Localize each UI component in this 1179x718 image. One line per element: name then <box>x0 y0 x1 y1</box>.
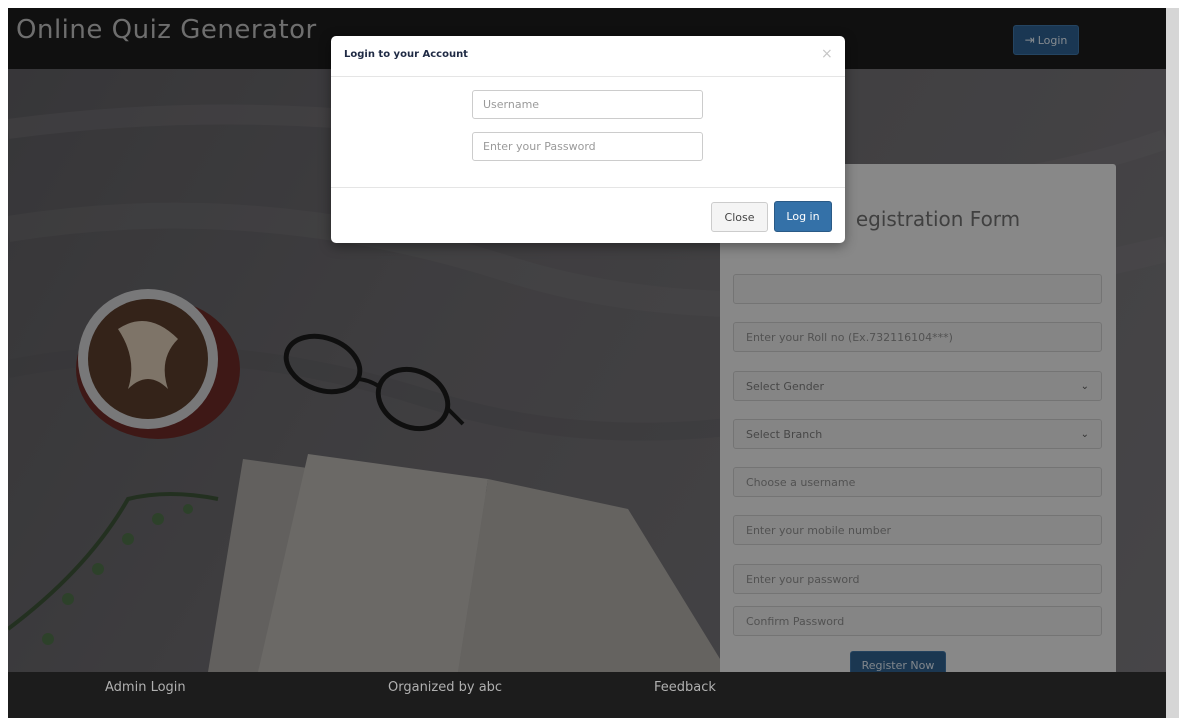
modal-login-button[interactable]: Log in <box>774 201 832 232</box>
footer: Admin Login Organized by abc Feedback <box>8 672 1166 718</box>
scrollbar-track[interactable] <box>1166 8 1179 718</box>
modal-header: Login to your Account × <box>331 36 845 77</box>
modal-close-button[interactable]: Close <box>711 202 768 232</box>
close-icon[interactable]: × <box>821 46 833 62</box>
page: Online Quiz Generator ⇥ Login egistratio… <box>8 8 1166 718</box>
modal-password-input[interactable]: Enter your Password <box>472 132 703 161</box>
login-modal: Login to your Account × Username Enter y… <box>331 36 845 243</box>
footer-admin-login-link[interactable]: Admin Login <box>105 680 186 695</box>
modal-footer: Close Log in <box>331 187 845 243</box>
footer-feedback-link[interactable]: Feedback <box>654 680 716 695</box>
modal-title: Login to your Account <box>344 49 468 60</box>
footer-organized-by: Organized by abc <box>388 680 503 695</box>
modal-username-input[interactable]: Username <box>472 90 703 119</box>
